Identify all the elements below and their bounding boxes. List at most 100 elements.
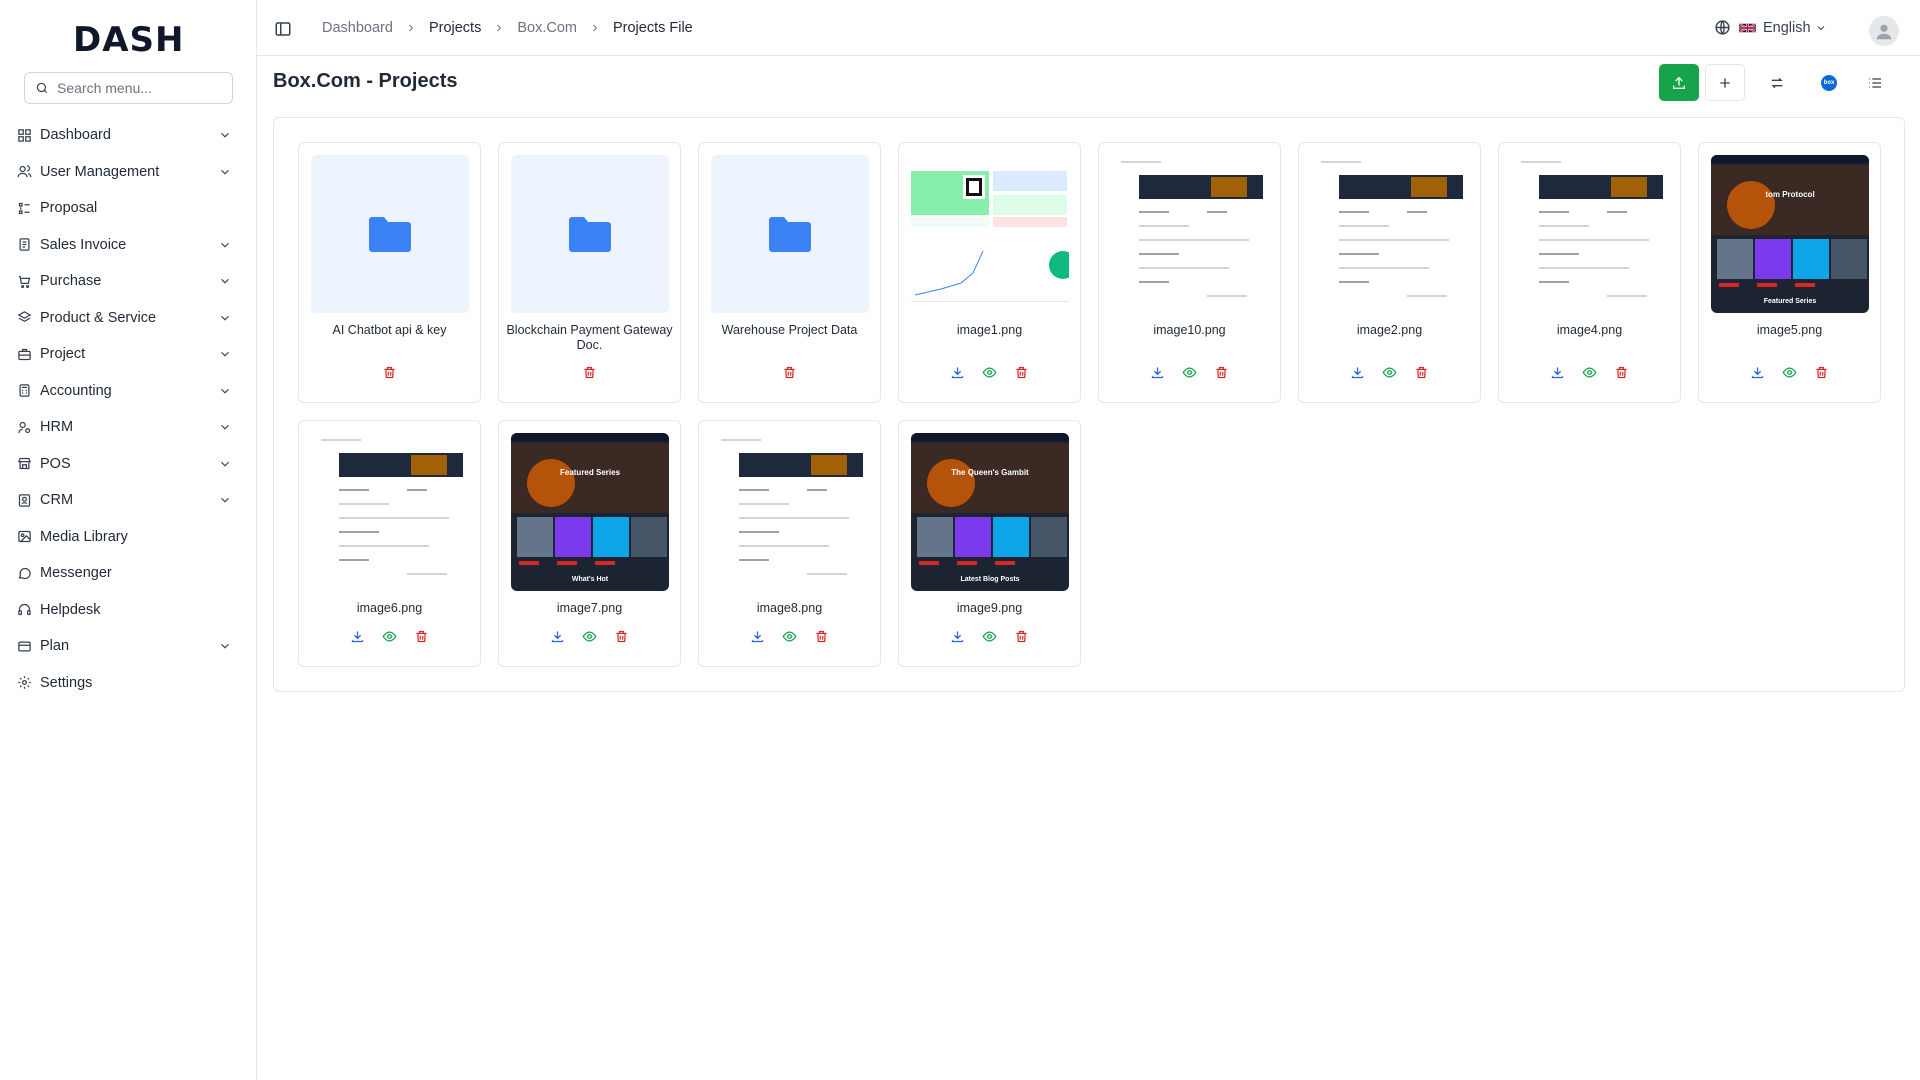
sidebar-item-plan[interactable]: Plan	[0, 628, 256, 664]
sidebar-item-label: Proposal	[40, 200, 98, 216]
image-thumbnail[interactable]: Featured Series What's Hot	[511, 433, 669, 591]
download-icon[interactable]	[1350, 365, 1365, 380]
eye-icon[interactable]	[1582, 365, 1597, 380]
folder-card[interactable]: Blockchain Payment Gateway Doc.	[498, 142, 681, 403]
trash-icon[interactable]	[1014, 365, 1029, 380]
trash-icon[interactable]	[614, 629, 629, 644]
image-thumbnail[interactable]	[1111, 155, 1269, 313]
sidebar-item-hrm[interactable]: HRM	[0, 409, 256, 445]
sidebar-item-proposal[interactable]: Proposal	[0, 190, 256, 226]
download-icon[interactable]	[550, 629, 565, 644]
download-icon[interactable]	[1750, 365, 1765, 380]
avatar[interactable]	[1869, 16, 1899, 46]
calculator-icon	[16, 383, 32, 399]
download-icon[interactable]	[1150, 365, 1165, 380]
sidebar-item-media-library[interactable]: Media Library	[0, 519, 256, 555]
switch-button[interactable]	[1757, 64, 1797, 101]
image-thumbnail[interactable]	[1311, 155, 1469, 313]
folder-thumbnail[interactable]	[311, 155, 469, 313]
sidebar-item-label: CRM	[40, 492, 74, 508]
file-card[interactable]: tom Protocol Featured Series image5.png	[1698, 142, 1881, 403]
eye-icon[interactable]	[382, 629, 397, 644]
breadcrumb-item[interactable]: Box.Com	[517, 20, 577, 36]
trash-icon[interactable]	[1014, 629, 1029, 644]
file-card[interactable]: Featured Series What's Hot image7.png	[498, 420, 681, 667]
breadcrumb-item[interactable]: Projects	[429, 20, 481, 36]
download-icon[interactable]	[750, 629, 765, 644]
file-name: AI Chatbot api & key	[332, 323, 447, 337]
sidebar-item-pos[interactable]: POS	[0, 446, 256, 482]
folder-card[interactable]: AI Chatbot api & key	[298, 142, 481, 403]
eye-icon[interactable]	[1182, 365, 1197, 380]
breadcrumb-item[interactable]: Dashboard	[322, 20, 393, 36]
box-integration-button[interactable]: box	[1809, 64, 1849, 101]
sidebar-item-helpdesk[interactable]: Helpdesk	[0, 592, 256, 628]
add-button[interactable]	[1705, 64, 1745, 101]
folder-card[interactable]: Warehouse Project Data	[698, 142, 881, 403]
file-card[interactable]: The Queen's Gambit Latest Blog Posts image…	[898, 420, 1081, 667]
eye-icon[interactable]	[982, 365, 997, 380]
image-thumbnail[interactable]: The Queen's Gambit Latest Blog Posts	[911, 433, 1069, 591]
image-thumbnail[interactable]	[311, 433, 469, 591]
file-card[interactable]: image6.png	[298, 420, 481, 667]
trash-icon[interactable]	[582, 365, 597, 380]
file-name: image5.png	[1756, 323, 1823, 337]
sidebar-item-dashboard[interactable]: Dashboard	[0, 117, 256, 153]
language-label: English	[1763, 19, 1811, 36]
logo[interactable]: DASH	[73, 20, 184, 60]
eye-icon[interactable]	[1782, 365, 1797, 380]
sidebar-item-settings[interactable]: Settings	[0, 665, 256, 701]
upload-button[interactable]	[1659, 64, 1699, 101]
search-box	[24, 72, 233, 104]
download-icon[interactable]	[350, 629, 365, 644]
sidebar-item-user-management[interactable]: User Management	[0, 154, 256, 190]
trash-icon[interactable]	[414, 629, 429, 644]
sidebar-item-accounting[interactable]: Accounting	[0, 373, 256, 409]
image-thumbnail[interactable]	[711, 433, 869, 591]
download-icon[interactable]	[1550, 365, 1565, 380]
sidebar-item-crm[interactable]: CRM	[0, 482, 256, 518]
trash-icon[interactable]	[1614, 365, 1629, 380]
download-icon[interactable]	[950, 629, 965, 644]
chevron-down-icon	[221, 424, 229, 430]
sidebar-item-project[interactable]: Project	[0, 336, 256, 372]
file-card[interactable]: image10.png	[1098, 142, 1281, 403]
sidebar-toggle-icon[interactable]	[274, 20, 292, 38]
file-name: image7.png	[556, 601, 623, 615]
image-thumbnail[interactable]: tom Protocol Featured Series	[1711, 155, 1869, 313]
sidebar-item-purchase[interactable]: Purchase	[0, 263, 256, 299]
chevron-down-icon	[221, 169, 229, 175]
language-selector[interactable]: English	[1714, 19, 1827, 36]
search-input[interactable]	[57, 80, 217, 96]
file-actions	[299, 365, 480, 380]
chevron-down-icon	[221, 351, 229, 357]
eye-icon[interactable]	[1382, 365, 1397, 380]
trash-icon[interactable]	[1814, 365, 1829, 380]
file-card[interactable]: image2.png	[1298, 142, 1481, 403]
trash-icon[interactable]	[814, 629, 829, 644]
file-actions	[1099, 365, 1280, 380]
eye-icon[interactable]	[582, 629, 597, 644]
file-card[interactable]: image1.png	[898, 142, 1081, 403]
divider	[256, 0, 257, 1080]
trash-icon[interactable]	[1214, 365, 1229, 380]
eye-icon[interactable]	[982, 629, 997, 644]
sidebar-item-sales-invoice[interactable]: Sales Invoice	[0, 227, 256, 263]
file-card[interactable]: image8.png	[698, 420, 881, 667]
sidebar-nav: Dashboard User Management Proposal Sales In…	[0, 117, 256, 701]
eye-icon[interactable]	[782, 629, 797, 644]
image-thumbnail[interactable]	[1511, 155, 1669, 313]
folder-thumbnail[interactable]	[511, 155, 669, 313]
sidebar-item-messenger[interactable]: Messenger	[0, 555, 256, 591]
folder-thumbnail[interactable]	[711, 155, 869, 313]
file-card[interactable]: image4.png	[1498, 142, 1681, 403]
image-thumbnail[interactable]	[911, 155, 1069, 313]
user-avatar-icon	[1876, 24, 1892, 40]
sidebar-item-product-service[interactable]: Product & Service	[0, 300, 256, 336]
list-view-button[interactable]	[1855, 64, 1895, 101]
trash-icon[interactable]	[782, 365, 797, 380]
trash-icon[interactable]	[1414, 365, 1429, 380]
trash-icon[interactable]	[382, 365, 397, 380]
download-icon[interactable]	[950, 365, 965, 380]
uk-flag-icon	[1739, 22, 1756, 33]
